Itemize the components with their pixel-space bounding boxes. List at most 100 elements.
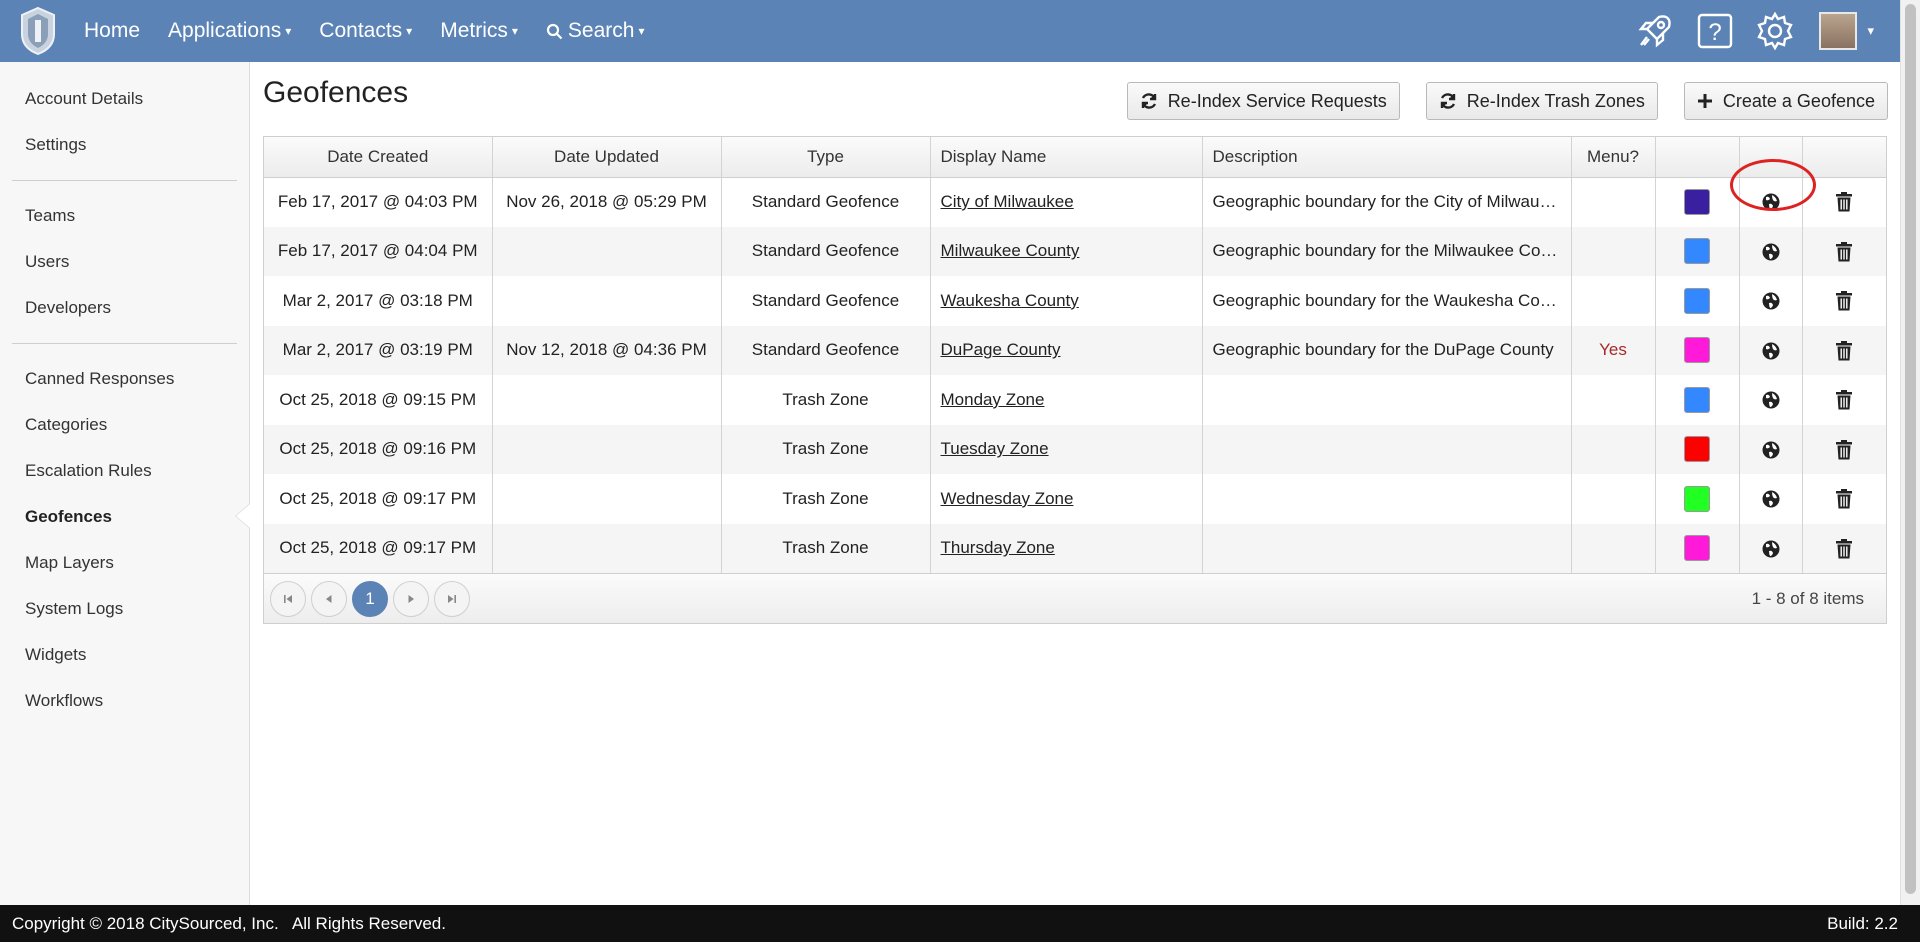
sidebar-item-account-details[interactable]: Account Details: [0, 76, 249, 122]
cell-color: [1655, 375, 1740, 425]
nav-search[interactable]: Search ▾: [546, 19, 644, 43]
cell-display-name-text[interactable]: Monday Zone: [941, 390, 1045, 409]
trash-icon[interactable]: [1835, 390, 1853, 410]
cell-display-name-text[interactable]: Thursday Zone: [941, 538, 1055, 557]
cell-menu: [1571, 276, 1656, 326]
globe-icon[interactable]: [1761, 539, 1781, 559]
nav-applications[interactable]: Applications ▾: [168, 19, 291, 43]
pager-next-button[interactable]: [393, 580, 429, 617]
nav-metrics[interactable]: Metrics ▾: [440, 19, 518, 43]
cell-display-name[interactable]: Milwaukee County: [930, 226, 1203, 276]
globe-icon[interactable]: [1761, 341, 1781, 361]
cell-display-name-text[interactable]: Wednesday Zone: [941, 489, 1074, 508]
table-row: Oct 25, 2018 @ 09:16 PM Trash Zone Tuesday…: [264, 424, 1886, 474]
globe-icon[interactable]: [1761, 440, 1781, 460]
cell-delete: [1802, 523, 1886, 573]
user-avatar[interactable]: [1819, 12, 1858, 50]
globe-icon[interactable]: [1761, 390, 1781, 410]
trash-icon[interactable]: [1835, 241, 1853, 262]
avatar-caret-icon[interactable]: ▾: [1867, 23, 1874, 39]
cell-display-name[interactable]: Thursday Zone: [930, 523, 1203, 573]
page-scrollbar[interactable]: [1900, 0, 1920, 905]
pager-last-button[interactable]: [434, 580, 470, 617]
chevron-down-icon: ▾: [406, 24, 413, 38]
pager-prev-button[interactable]: [311, 580, 347, 617]
cell-date-updated-text: Nov 26, 2018 @ 05:29 PM: [506, 192, 707, 211]
table-row: Feb 17, 2017 @ 04:04 PM Standard Geofence…: [264, 226, 1886, 276]
reindex-trash-zones-button[interactable]: Re-Index Trash Zones: [1425, 82, 1658, 120]
pager-page-button[interactable]: 1: [352, 580, 388, 617]
column-header-date-created[interactable]: Date Created: [264, 137, 493, 178]
cell-display-name[interactable]: Wednesday Zone: [930, 474, 1203, 524]
column-header-empty[interactable]: [1739, 137, 1803, 178]
cell-date-updated: [492, 375, 722, 425]
trash-icon[interactable]: [1835, 439, 1853, 460]
column-header-description[interactable]: Description: [1202, 137, 1572, 178]
column-header-type[interactable]: Type: [721, 137, 931, 178]
cell-date-created: Oct 25, 2018 @ 09:17 PM: [264, 474, 493, 524]
table-row: Oct 25, 2018 @ 09:15 PM Trash Zone Monday …: [264, 375, 1886, 425]
sidebar-item-system-logs[interactable]: System Logs: [0, 586, 249, 632]
footer-copyright: Copyright © 2018 CitySourced, Inc. All R…: [12, 913, 446, 933]
cell-display-name-text[interactable]: Tuesday Zone: [941, 439, 1049, 458]
sidebar-item-geofences[interactable]: Geofences: [0, 494, 249, 540]
column-header-empty[interactable]: [1802, 137, 1886, 178]
pager-first-button[interactable]: [270, 580, 306, 617]
nav-contacts[interactable]: Contacts ▾: [319, 19, 412, 43]
globe-icon[interactable]: [1761, 242, 1781, 262]
cell-display-name-text[interactable]: Milwaukee County: [941, 241, 1080, 260]
cell-type: Trash Zone: [721, 424, 931, 474]
scrollbar-thumb[interactable]: [1905, 4, 1916, 894]
cell-date-updated: [492, 276, 722, 326]
column-header-menu[interactable]: Menu?: [1571, 137, 1656, 178]
cell-delete: [1802, 325, 1886, 375]
sidebar-item-canned-responses[interactable]: Canned Responses: [0, 356, 249, 402]
rocket-icon[interactable]: [1635, 11, 1675, 51]
cell-description-text: Geographic boundary for the Waukesha Cou…: [1212, 290, 1571, 310]
cell-display-name[interactable]: Monday Zone: [930, 375, 1203, 425]
gear-icon[interactable]: [1755, 11, 1795, 51]
trash-icon[interactable]: [1835, 538, 1853, 559]
sidebar-item-widgets[interactable]: Widgets: [0, 632, 249, 678]
color-swatch: [1684, 189, 1710, 215]
cell-display-name-text[interactable]: City of Milwaukee: [941, 192, 1074, 211]
cell-display-name[interactable]: City of Milwaukee: [930, 177, 1203, 227]
column-header-date-updated[interactable]: Date Updated: [492, 137, 722, 178]
sidebar-item-teams[interactable]: Teams: [0, 193, 249, 239]
sidebar-item-workflows[interactable]: Workflows: [0, 678, 249, 724]
trash-icon[interactable]: [1835, 192, 1853, 212]
create-geofence-button[interactable]: Create a Geofence: [1683, 82, 1888, 120]
sidebar-item-settings[interactable]: Settings: [0, 122, 249, 168]
sidebar-item-categories[interactable]: Categories: [0, 402, 249, 448]
reindex-service-requests-button[interactable]: Re-Index Service Requests: [1126, 82, 1400, 120]
column-header-empty[interactable]: [1655, 137, 1740, 178]
sidebar-divider: [12, 180, 237, 181]
cell-display-name[interactable]: Waukesha County: [930, 276, 1203, 326]
cell-display-name-text[interactable]: DuPage County: [941, 340, 1061, 359]
globe-icon[interactable]: [1761, 192, 1781, 212]
cell-display-name-text[interactable]: Waukesha County: [941, 291, 1079, 310]
sidebar-item-escalation-rules[interactable]: Escalation Rules: [0, 448, 249, 494]
cell-display-name[interactable]: Tuesday Zone: [930, 424, 1203, 474]
trash-icon[interactable]: [1835, 340, 1853, 361]
help-icon[interactable]: ?: [1697, 13, 1733, 49]
citysourced-logo-icon[interactable]: [18, 6, 58, 56]
globe-icon[interactable]: [1761, 489, 1781, 509]
sidebar-item-users[interactable]: Users: [0, 239, 249, 285]
cell-type-text: Trash Zone: [782, 538, 869, 558]
globe-icon[interactable]: [1761, 291, 1781, 311]
column-header-display-name[interactable]: Display Name: [930, 137, 1203, 178]
page-title: Geofences: [263, 76, 409, 109]
cell-date-updated: [492, 424, 722, 474]
cell-display-name[interactable]: DuPage County: [930, 325, 1203, 375]
sidebar-item-map-layers[interactable]: Map Layers: [0, 540, 249, 586]
sidebar-item-developers[interactable]: Developers: [0, 285, 249, 331]
reindex-trash-zones-label: Re-Index Trash Zones: [1466, 90, 1645, 111]
refresh-icon: [1140, 92, 1158, 110]
cell-delete: [1802, 276, 1886, 326]
nav-home[interactable]: Home: [84, 19, 140, 43]
trash-icon[interactable]: [1835, 489, 1853, 509]
trash-icon[interactable]: [1835, 291, 1853, 311]
cell-date-created: Mar 2, 2017 @ 03:18 PM: [264, 276, 493, 326]
table-row: Mar 2, 2017 @ 03:19 PM Nov 12, 2018 @ 04:…: [264, 325, 1886, 375]
